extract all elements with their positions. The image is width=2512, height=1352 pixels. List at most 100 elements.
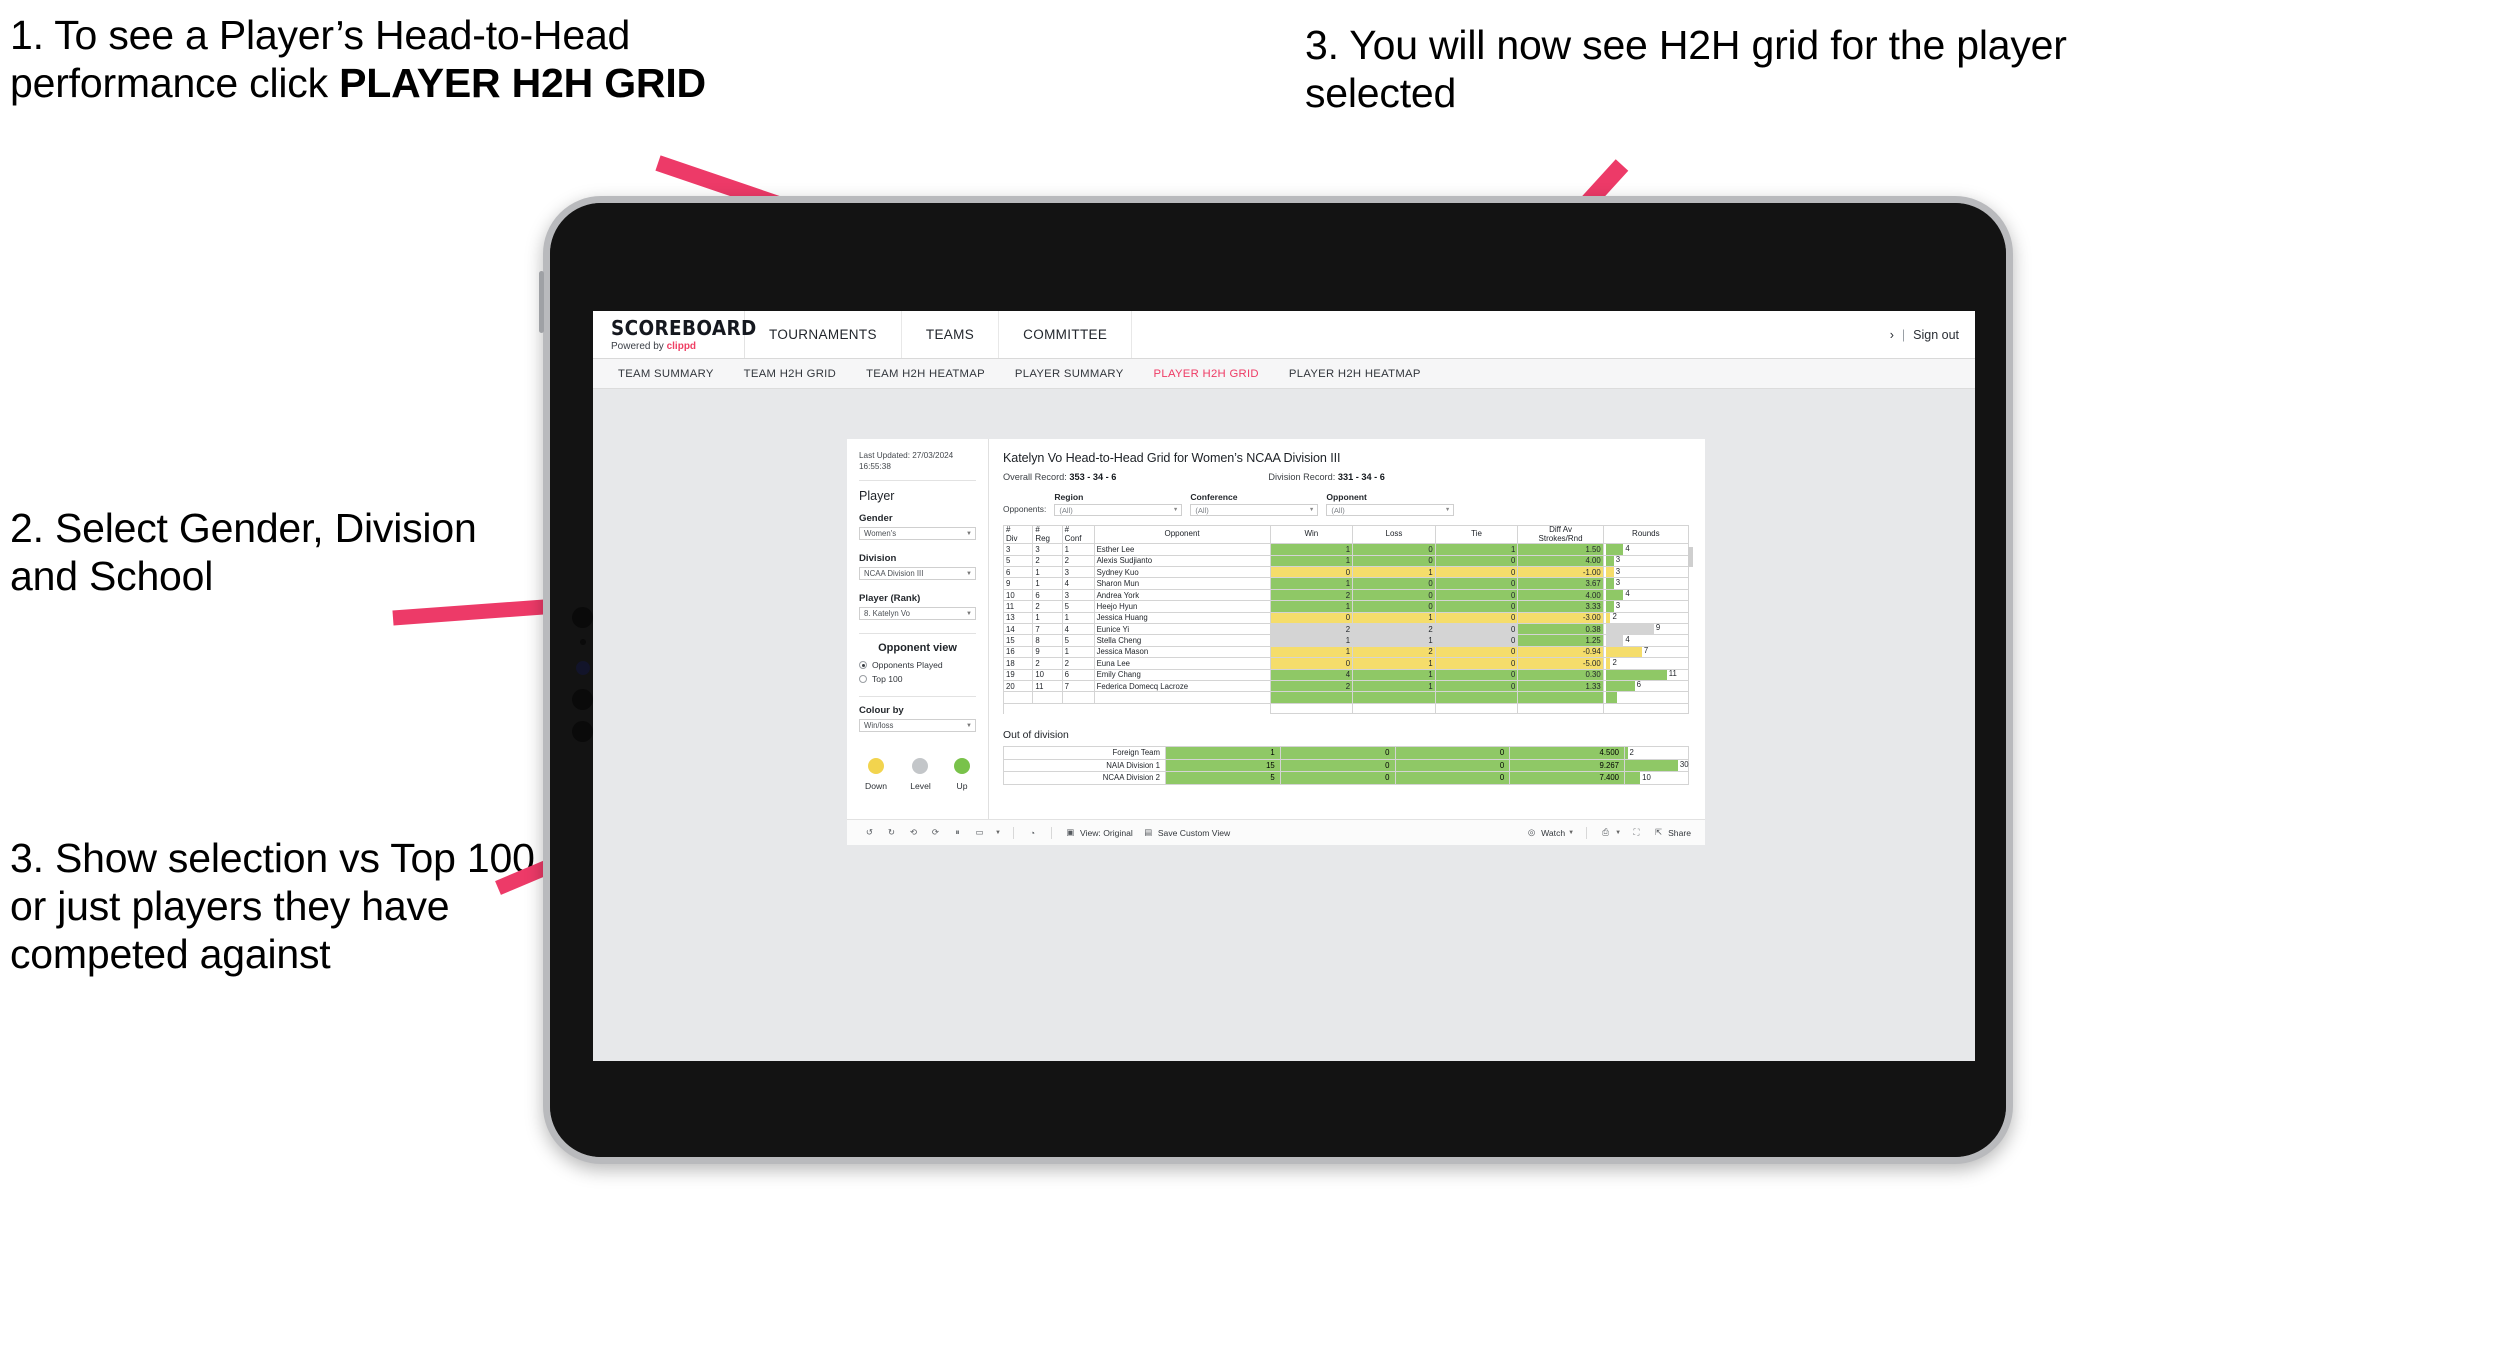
row-conf: 3	[1061, 566, 1095, 579]
conference-select[interactable]: (All) ▼	[1190, 504, 1319, 516]
tab-player-h2h-heatmap[interactable]: PLAYER H2H HEATMAP	[1274, 368, 1436, 380]
row-loss: 0	[1352, 577, 1436, 590]
division-label: Division	[859, 553, 897, 565]
account-chevron-icon[interactable]: ›	[1890, 328, 1894, 342]
chevron-down-icon: ▼	[966, 610, 972, 617]
pause-icon[interactable]: ⏸	[951, 826, 964, 839]
view-original-button[interactable]: ▣ View: Original	[1064, 826, 1132, 839]
out-of-division-row[interactable]: NAIA Division 1 15 0 0 9.267 30	[1003, 758, 1689, 773]
tablet-speaker-hole-bottom-2	[572, 721, 593, 742]
table-row[interactable]: 3 3 1 Esther Lee 1 0 1 1.50 4	[1002, 543, 1690, 556]
table-scrollbar[interactable]	[1688, 547, 1693, 567]
download-button[interactable]: ⎙ ▼	[1599, 826, 1621, 839]
row-reg: 3	[1032, 543, 1063, 556]
radio-top-100[interactable]: Top 100	[859, 674, 976, 684]
redo-icon[interactable]: ↻	[885, 826, 898, 839]
h2h-table: # Div # Reg # Conf Opponent Win Loss Tie Di…	[1002, 524, 1690, 715]
ood-loss: 0	[1279, 758, 1396, 773]
row-diff: -1.00	[1517, 566, 1604, 579]
tab-player-summary[interactable]: PLAYER SUMMARY	[1000, 368, 1139, 380]
table-row[interactable]: 13 1 1 Jessica Huang 0 1 0 -3.00 2	[1002, 611, 1690, 625]
screenshot-root: 1. To see a Player’s Head-to-Head perfor…	[0, 0, 2512, 1352]
watch-icon: ◎	[1527, 827, 1536, 837]
legend-label-up: Up	[956, 781, 968, 792]
ood-label: NAIA Division 1	[1003, 758, 1166, 773]
row-loss: 0	[1352, 554, 1436, 568]
legend-item-level: Level	[910, 758, 931, 791]
row-div: 9	[1002, 577, 1034, 590]
tab-team-h2h-grid[interactable]: TEAM H2H GRID	[729, 368, 851, 380]
row-win: 2	[1269, 679, 1354, 693]
table-row[interactable]: 19 10 6 Emily Chang 4 1 0 0.30 11	[1002, 668, 1690, 681]
player-rank-select[interactable]: 8. Katelyn Vo ▼	[859, 607, 976, 621]
highlight-icon[interactable]: ◔	[1026, 826, 1039, 839]
nav-item-tournaments[interactable]: TOURNAMENTS	[745, 311, 902, 358]
row-win: 1	[1269, 645, 1354, 659]
filter-opponent: Opponent (All) ▼	[1326, 492, 1455, 516]
opponent-label: Opponent	[1326, 492, 1367, 502]
gender-select[interactable]: Women's ▼	[859, 527, 976, 541]
tab-team-h2h-heatmap[interactable]: TEAM H2H HEATMAP	[851, 368, 1000, 380]
division-select[interactable]: NCAA Division III ▼	[859, 567, 976, 581]
undo-icon[interactable]: ↺	[863, 826, 876, 839]
row-tie: 1	[1434, 543, 1519, 556]
th-loss: Loss	[1352, 524, 1436, 545]
rectangle-select-icon[interactable]: ▭	[973, 826, 986, 839]
row-diff: 3.33	[1517, 600, 1604, 613]
nav-item-teams[interactable]: TEAMS	[902, 311, 1000, 358]
table-row[interactable]: 9 1 4 Sharon Mun 1 0 0 3.67 3	[1002, 577, 1690, 590]
row-win: 1	[1269, 543, 1354, 556]
out-of-division-table: Foreign Team 1 0 0 4.500 2 NAIA Division 1 15 0 0…	[1003, 746, 1689, 785]
table-row[interactable]: 11 2 5 Heejo Hyun 1 0 0 3.33 3	[1002, 600, 1690, 613]
colour-by-select[interactable]: Win/loss ▼	[859, 719, 976, 733]
table-row[interactable]: 16 9 1 Jessica Mason 1 2 0 -0.94 7	[1002, 645, 1690, 659]
player-rank-label: Player (Rank)	[859, 593, 921, 605]
divider	[1586, 826, 1588, 839]
fullscreen-icon[interactable]: ⛶	[1630, 826, 1643, 839]
ood-loss: 0	[1279, 771, 1396, 785]
table-row[interactable]: 6 1 3 Sydney Kuo 0 1 0 -1.00 3	[1002, 566, 1690, 579]
region-select[interactable]: (All) ▼	[1054, 504, 1183, 516]
row-div: 16	[1002, 645, 1034, 659]
share-button[interactable]: ⇱ Share	[1652, 826, 1691, 839]
save-custom-view-button[interactable]: ▤ Save Custom View	[1142, 826, 1230, 839]
sign-out-link[interactable]: Sign out	[1913, 328, 1959, 342]
brand-tagline-clippd: clippd	[666, 340, 697, 352]
share-icon: ⇱	[1654, 827, 1663, 837]
tab-player-h2h-grid[interactable]: PLAYER H2H GRID	[1139, 368, 1274, 380]
last-updated-text: Last Updated: 27/03/2024 16:55:38	[859, 451, 954, 472]
row-conf: 1	[1061, 611, 1095, 625]
table-row[interactable]: 15 8 5 Stella Cheng 1 1 0 1.25 4	[1002, 634, 1690, 647]
table-row[interactable]: 18 2 2 Euna Lee 0 1 0 -5.00 2	[1002, 657, 1690, 670]
brand-logo[interactable]: SCOREBOARD Powered by clippd	[593, 311, 757, 358]
watch-button[interactable]: ◎ Watch ▼	[1525, 826, 1574, 839]
table-row[interactable]: 10 6 3 Andrea York 2 0 0 4.00 4	[1002, 588, 1690, 602]
radio-opponents-played[interactable]: Opponents Played	[859, 660, 976, 670]
tablet-volume-button[interactable]	[539, 271, 544, 333]
revert-icon[interactable]: ⟲	[907, 826, 920, 839]
chevron-down-icon[interactable]: ▼	[995, 830, 1001, 836]
row-loss: 2	[1352, 645, 1436, 659]
table-row[interactable]: 20 11 7 Federica Domecq Lacroze 2 1 0 1.33 6	[1002, 679, 1690, 693]
table-row[interactable]: 14 7 4 Eunice Yi 2 2 0 0.38 9	[1002, 622, 1690, 636]
out-of-division-row[interactable]: Foreign Team 1 0 0 4.500 2	[1003, 746, 1689, 760]
tab-team-summary[interactable]: TEAM SUMMARY	[603, 368, 729, 380]
table-row[interactable]: 5 2 2 Alexis Sudjianto 1 0 0 4.00 3	[1002, 554, 1690, 568]
row-rounds: 2	[1602, 611, 1690, 625]
h2h-table-container: # Div # Reg # Conf Opponent Win Loss Tie Di…	[1002, 524, 1693, 715]
row-reg: 2	[1032, 554, 1063, 568]
row-conf: 1	[1061, 645, 1095, 659]
row-loss: 1	[1352, 611, 1436, 625]
row-win: 2	[1269, 588, 1354, 602]
legend-dot-level	[912, 758, 929, 775]
opponent-select[interactable]: (All) ▼	[1326, 504, 1455, 516]
conference-label: Conference	[1190, 492, 1238, 502]
row-div: 10	[1002, 588, 1034, 602]
row-reg: 6	[1032, 588, 1063, 602]
refresh-icon[interactable]: ⟳	[929, 826, 942, 839]
row-diff: 4.00	[1517, 588, 1604, 602]
out-of-division-row[interactable]: NCAA Division 2 5 0 0 7.400 10	[1003, 771, 1689, 785]
filter-section-player-title: Player	[859, 489, 895, 504]
nav-item-committee[interactable]: COMMITTEE	[999, 311, 1133, 358]
brand-name: SCOREBOARD	[611, 315, 757, 340]
